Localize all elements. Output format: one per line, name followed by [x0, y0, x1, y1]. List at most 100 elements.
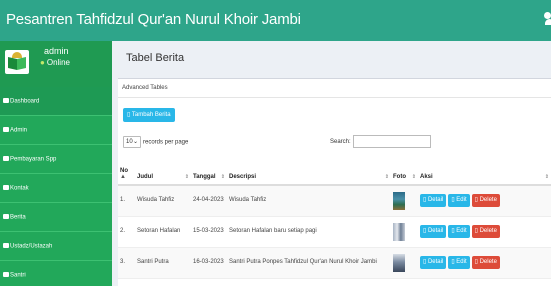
table-row: 3. Santri Putra 16-03-2023 Santri Putra …: [118, 247, 551, 279]
edit-button[interactable]: ▯ Edit: [448, 256, 470, 269]
cell-aksi: ▯ Detail ▯ Edit ▯ Delete: [418, 185, 551, 217]
cell-judul: Santri Putra: [135, 247, 191, 279]
detail-button[interactable]: ▯ Detail: [420, 194, 447, 208]
table-search: Search:: [330, 135, 431, 148]
cell-aksi: ▯ Detail ▯ Edit ▯ Delete: [418, 216, 551, 248]
search-input[interactable]: [352, 135, 431, 148]
sidebar-item-label: Santri: [10, 272, 26, 279]
sort-icon: ⇕: [184, 174, 189, 180]
online-dot-icon: ●: [40, 58, 45, 67]
cell-foto: [391, 216, 418, 248]
dashboard-icon: [3, 98, 9, 103]
cell-foto: [391, 185, 418, 217]
cell-aksi: ▯ Detail ▯ Edit ▯ Delete: [418, 247, 551, 279]
table-row: 1. Wisuda Tahfiz 24-04-2023 Wisuda Tahfi…: [118, 185, 551, 217]
col-header-tanggal[interactable]: Tanggal ⇕: [191, 157, 227, 186]
sidebar-item-label: Admin: [10, 127, 28, 134]
col-header-foto[interactable]: Foto ⇕: [391, 157, 418, 186]
cell-tanggal: 15-03-2023: [191, 216, 227, 248]
user-status: ● Online: [40, 58, 70, 67]
edit-button[interactable]: ▯ Edit: [448, 194, 470, 208]
cell-judul: Setoran Hafalan: [135, 216, 191, 248]
sort-icon: ⇕: [384, 174, 389, 180]
page-title: Tabel Berita: [126, 52, 185, 64]
sidebar-item-dashboard[interactable]: Dashboard: [0, 87, 112, 116]
sort-icon: ▲: [120, 174, 126, 180]
sidebar-item-label: Pembayaran Spp: [10, 156, 57, 163]
col-header-descripsi[interactable]: Descripsi ⇕: [227, 157, 391, 186]
edit-label: Edit: [456, 259, 467, 265]
add-berita-button[interactable]: ▯ Tambah Berita: [123, 108, 175, 122]
user-icon[interactable]: [541, 12, 551, 26]
sidebar-item-berita[interactable]: Berita: [0, 203, 112, 232]
col-header-judul[interactable]: Judul ⇕: [135, 157, 191, 186]
menu-icon: [3, 272, 9, 277]
col-header-aksi[interactable]: Aksi ⇕: [418, 157, 551, 186]
cell-no: 1.: [118, 185, 135, 217]
delete-label: Delete: [479, 259, 497, 265]
menu-icon: [3, 243, 9, 248]
sidebar-menu: Dashboard Admin Pembayaran Spp Kontak Be…: [0, 87, 112, 286]
box-title: Advanced Tables: [122, 85, 168, 91]
app-title[interactable]: Pesantren Tahfidzul Qur'an Nurul Khoir J…: [6, 11, 301, 28]
col-header-label: Aksi: [420, 174, 433, 180]
delete-button[interactable]: ▯ Delete: [471, 225, 500, 238]
menu-icon: [3, 156, 9, 161]
detail-label: Detail: [427, 259, 444, 265]
detail-button[interactable]: ▯ Detail: [420, 225, 447, 238]
col-header-label: Descripsi: [229, 174, 257, 180]
cell-descripsi: Wisuda Tahfiz: [227, 185, 391, 217]
records-per-page-value: 10: [126, 139, 133, 145]
sidebar-item-label: Berita: [10, 214, 26, 221]
sidebar-item-admin[interactable]: Admin: [0, 116, 112, 145]
menu-icon: [3, 127, 9, 132]
col-header-label: Foto: [393, 174, 406, 180]
delete-button[interactable]: ▯ Delete: [471, 256, 500, 269]
sort-icon: ⇕: [411, 174, 416, 180]
sidebar-item-label: Ustadz/Ustazah: [10, 243, 53, 250]
cell-judul: Wisuda Tahfiz: [135, 185, 191, 217]
cell-no: 3.: [118, 247, 135, 279]
avatar: [5, 50, 29, 74]
delete-button[interactable]: ▯ Delete: [471, 194, 500, 208]
top-header: Pesantren Tahfidzul Qur'an Nurul Khoir J…: [0, 0, 551, 41]
sidebar-item-santri[interactable]: Santri: [0, 261, 112, 286]
user-panel: admin ● Online: [0, 41, 112, 87]
cell-foto: [391, 247, 418, 279]
edit-label: Edit: [456, 197, 467, 204]
sidebar-item-ustadz[interactable]: Ustadz/Ustazah: [0, 232, 112, 261]
cell-descripsi: Setoran Hafalan baru setiap pagi: [227, 216, 391, 248]
sidebar-item-label: Kontak: [10, 185, 29, 192]
records-per-page-label: records per page: [143, 139, 189, 146]
sidebar-item-label: Dashboard: [10, 98, 40, 105]
user-name: admin: [44, 46, 69, 56]
detail-label: Detail: [427, 228, 444, 234]
table-box: Advanced Tables ▯ Tambah Berita 10 ⌄ recor…: [118, 78, 551, 286]
table-header-row: No ▲ Judul ⇕ Tanggal ⇕ Descripsi ⇕ Foto ⇕ Aks…: [118, 157, 551, 186]
records-per-page: 10 ⌄ records per page: [123, 136, 188, 148]
col-header-no[interactable]: No ▲: [118, 157, 135, 186]
sidebar-item-pembayaran-spp[interactable]: Pembayaran Spp: [0, 145, 112, 174]
table-row: 2. Setoran Hafalan 15-03-2023 Setoran Ha…: [118, 216, 551, 248]
sidebar-item-kontak[interactable]: Kontak: [0, 174, 112, 203]
search-label: Search:: [330, 138, 351, 145]
photo-thumbnail[interactable]: [393, 222, 405, 241]
cell-no: 2.: [118, 216, 135, 248]
user-status-label: Online: [46, 58, 70, 67]
records-per-page-select[interactable]: 10 ⌄: [123, 136, 141, 148]
sidebar: admin ● Online Dashboard Admin Pembayaran…: [0, 41, 112, 286]
detail-button[interactable]: ▯ Detail: [420, 256, 447, 269]
edit-button[interactable]: ▯ Edit: [448, 225, 470, 238]
cell-tanggal: 24-04-2023: [191, 185, 227, 217]
photo-thumbnail[interactable]: [393, 191, 405, 210]
add-berita-label: Tambah Berita: [131, 112, 171, 118]
cell-tanggal: 16-03-2023: [191, 247, 227, 279]
col-header-label: Judul: [137, 174, 153, 180]
berita-table: No ▲ Judul ⇕ Tanggal ⇕ Descripsi ⇕ Foto ⇕ Aks…: [118, 157, 551, 279]
sort-icon: ⇕: [544, 174, 549, 180]
photo-thumbnail[interactable]: [393, 253, 405, 272]
col-header-label: Tanggal: [193, 174, 216, 180]
delete-label: Delete: [479, 228, 497, 234]
edit-label: Edit: [456, 228, 467, 234]
chevron-down-icon: ⌄: [132, 139, 138, 145]
